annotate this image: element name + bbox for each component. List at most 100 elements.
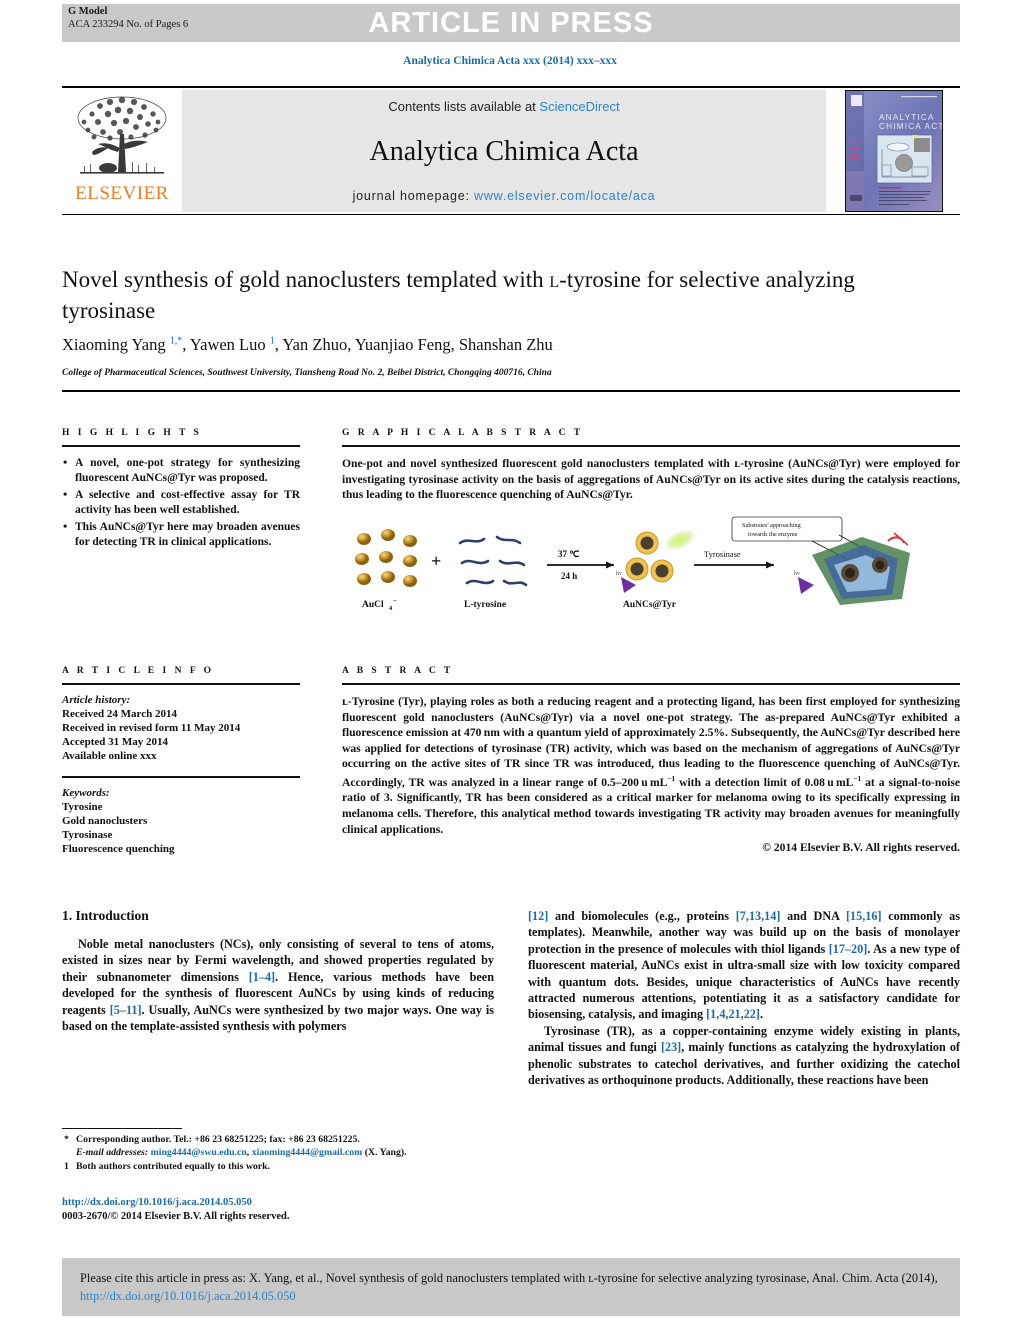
author-list: Xiaoming Yang 1,*, Yawen Luo 1, Yan Zhuo… xyxy=(62,335,553,354)
body-column-right: [12] and biomolecules (e.g., proteins [7… xyxy=(528,908,960,1088)
graphical-abstract-figure: AuCl 4 − + L-tyrosine 37 ℃ 24 h hv AuNCs… xyxy=(342,515,960,619)
footnote-equal-contribution: 1 Both authors contributed equally to th… xyxy=(62,1160,494,1173)
history-item: Received 24 March 2014 xyxy=(62,708,177,720)
list-item: A novel, one-pot strategy for synthesizi… xyxy=(62,455,300,485)
journal-homepage-label: journal homepage: xyxy=(352,189,475,203)
email-link-1[interactable]: ming4444@swu.edu.cn xyxy=(151,1147,247,1158)
list-item: A selective and cost-effective assay for… xyxy=(62,487,300,517)
abstract-rule xyxy=(342,683,960,685)
reaction-scheme-diagram: AuCl 4 − + L-tyrosine 37 ℃ 24 h hv AuNCs… xyxy=(355,516,910,612)
svg-text:towards the enzyme: towards the enzyme xyxy=(748,531,798,538)
article-info-rule xyxy=(62,683,300,685)
svg-text:4: 4 xyxy=(389,605,393,612)
keyword-item: Tyrosinase xyxy=(62,829,113,841)
graphical-abstract-rule xyxy=(342,445,960,447)
footnotes-block: * Corresponding author. Tel.: +86 23 682… xyxy=(62,1133,494,1174)
aunc-cluster-group xyxy=(625,531,674,582)
highlights-section: H I G H L I G H T S A novel, one-pot str… xyxy=(62,428,300,552)
highlights-list: A novel, one-pot strategy for synthesizi… xyxy=(62,455,300,549)
elsevier-tree-icon xyxy=(77,96,167,174)
svg-text:Substrates' approaching: Substrates' approaching xyxy=(742,522,801,529)
journal-running-head: Analytica Chimica Acta xxx (2014) xxx–xx… xyxy=(403,55,617,67)
svg-text:AuCl: AuCl xyxy=(362,600,384,610)
email-suffix: (X. Yang). xyxy=(364,1147,407,1158)
highlights-rule xyxy=(62,445,300,447)
journal-homepage-link[interactable]: www.elsevier.com/locate/aca xyxy=(474,189,655,203)
citation-box: Please cite this article in press as: X.… xyxy=(62,1258,960,1316)
elsevier-wordmark: ELSEVIER xyxy=(75,183,169,204)
keyword-item: Fluorescence quenching xyxy=(62,843,175,855)
graphical-abstract-text: One-pot and novel synthesized fluorescen… xyxy=(342,457,960,501)
intro-paragraph-right-2: Tyrosinase (TR), as a copper-containing … xyxy=(528,1023,960,1088)
svg-text:ANALYTICA: ANALYTICA xyxy=(879,113,935,122)
svg-text:L-tyrosine: L-tyrosine xyxy=(464,600,506,610)
abstract-text: ʟ-Tyrosine (Tyr), playing roles as both … xyxy=(342,695,960,836)
tyrosine-strands xyxy=(458,535,528,586)
citation-doi-link[interactable]: http://dx.doi.org/10.1016/j.aca.2014.05.… xyxy=(80,1289,296,1303)
graphical-abstract-section: G R A P H I C A L A B S T R A C T One-po… xyxy=(342,428,960,619)
svg-text:−: − xyxy=(393,597,397,605)
email-addresses-label: E-mail addresses: xyxy=(76,1147,149,1158)
masthead-center: Contents lists available at ScienceDirec… xyxy=(182,90,826,212)
article-page: G Model ACA 233294 No. of Pages 6 ARTICL… xyxy=(0,0,1020,1320)
citation-prefix: Please cite this article in press as: X.… xyxy=(80,1271,938,1285)
abstract-section: A B S T R A C T ʟ-Tyrosine (Tyr), playin… xyxy=(342,666,960,854)
doi-block: http://dx.doi.org/10.1016/j.aca.2014.05.… xyxy=(62,1196,494,1224)
affiliation: College of Pharmaceutical Sciences, Sout… xyxy=(62,368,552,378)
footnote-mark-one: 1 xyxy=(64,1161,69,1172)
svg-text:Tyrosinase: Tyrosinase xyxy=(704,549,741,559)
sciencedirect-link[interactable]: ScienceDirect xyxy=(539,99,619,114)
svg-text:hv: hv xyxy=(616,571,622,577)
footnote-mark-asterisk: * xyxy=(64,1134,69,1145)
keyword-item: Gold nanoclusters xyxy=(62,815,148,827)
keywords-block: Keywords: Tyrosine Gold nanoclusters Tyr… xyxy=(62,786,300,856)
intro-paragraph-right-1: [12] and biomolecules (e.g., proteins [7… xyxy=(528,909,960,1022)
contents-lists-line: Contents lists available at ScienceDirec… xyxy=(388,99,619,114)
email-link-2[interactable]: xiaoming4444@gmail.com xyxy=(252,1147,363,1158)
journal-cover-art: ANALYTICA CHIMICA ACTA xyxy=(846,91,942,211)
doi-link[interactable]: http://dx.doi.org/10.1016/j.aca.2014.05.… xyxy=(62,1196,494,1210)
contents-lists-label: Contents lists available at xyxy=(388,99,540,114)
enzyme-complex xyxy=(812,531,910,605)
article-history-block: Article history: Received 24 March 2014 … xyxy=(62,693,300,763)
section-heading-introduction: 1. Introduction xyxy=(62,908,149,923)
journal-homepage-line: journal homepage: www.elsevier.com/locat… xyxy=(353,189,656,203)
svg-text:24 h: 24 h xyxy=(561,571,577,581)
history-item: Accepted 31 May 2014 xyxy=(62,736,169,748)
article-info-section: A R T I C L E I N F O Article history: R… xyxy=(62,666,300,856)
svg-text:AuNCs@Tyr: AuNCs@Tyr xyxy=(623,600,677,610)
footnote-divider xyxy=(62,1128,182,1129)
footnote-corresponding-author: * Corresponding author. Tel.: +86 23 682… xyxy=(64,1134,407,1158)
svg-text:+: + xyxy=(431,551,441,571)
svg-text:CHIMICA ACTA: CHIMICA ACTA xyxy=(879,122,942,131)
footnote-equal-text: Both authors contributed equally to this… xyxy=(76,1161,271,1172)
excitation-arrow-2 xyxy=(798,576,814,594)
keywords-rule xyxy=(62,776,300,778)
issn-copyright-line: 0003-2670/© 2014 Elsevier B.V. All right… xyxy=(62,1211,290,1222)
journal-cover-wrap: ANALYTICA CHIMICA ACTA xyxy=(828,88,960,214)
elsevier-logo: ELSEVIER xyxy=(62,88,182,214)
svg-text:37 ℃: 37 ℃ xyxy=(558,549,579,559)
abstract-copyright: © 2014 Elsevier B.V. All rights reserved… xyxy=(762,841,960,855)
footnote-corresponding-text: Corresponding author. Tel.: +86 23 68251… xyxy=(76,1134,360,1145)
article-history-label: Article history: xyxy=(62,694,131,706)
article-in-press-text: ARTICLE IN PRESS xyxy=(368,6,654,39)
body-column-left: 1. Introduction Noble metal nanoclusters… xyxy=(62,908,494,1034)
svg-text:hv: hv xyxy=(794,571,800,577)
title-divider xyxy=(62,390,960,392)
graphical-abstract-label: G R A P H I C A L A B S T R A C T xyxy=(342,428,584,438)
abstract-label: A B S T R A C T xyxy=(342,666,454,676)
highlights-label: H I G H L I G H T S xyxy=(62,428,202,438)
keyword-item: Tyrosine xyxy=(62,801,103,813)
history-item: Available online xxx xyxy=(62,750,157,762)
journal-cover-thumbnail: ANALYTICA CHIMICA ACTA xyxy=(845,90,943,212)
page-title: Novel synthesis of gold nanoclusters tem… xyxy=(62,267,855,323)
journal-masthead: ELSEVIER Contents lists available at Sci… xyxy=(62,86,960,215)
keywords-label: Keywords: xyxy=(62,787,110,799)
citation-text: Please cite this article in press as: X.… xyxy=(80,1269,942,1305)
intro-paragraph-left: Noble metal nanoclusters (NCs), only con… xyxy=(62,937,494,1034)
history-item: Received in revised form 11 May 2014 xyxy=(62,722,241,734)
list-item: This AuNCs@Tyr here may broaden avenues … xyxy=(62,519,300,549)
journal-title: Analytica Chimica Acta xyxy=(369,135,639,167)
article-info-label: A R T I C L E I N F O xyxy=(62,666,215,676)
